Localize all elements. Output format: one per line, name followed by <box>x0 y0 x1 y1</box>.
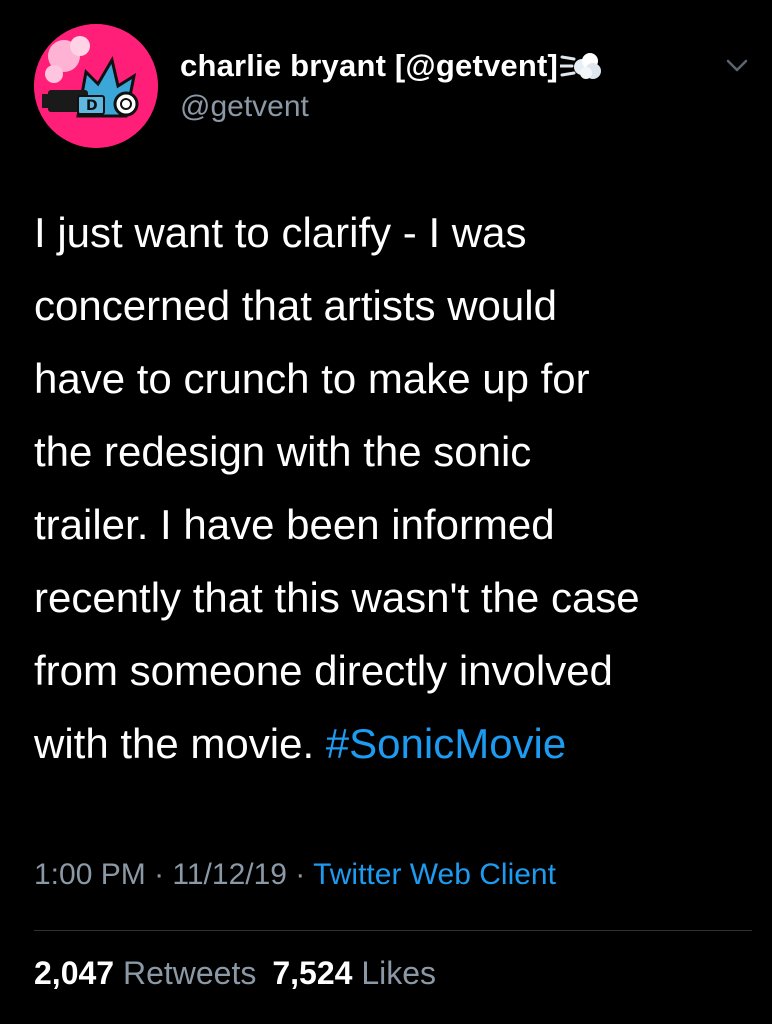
chevron-down-icon[interactable] <box>722 50 752 80</box>
tweet-text-last-line: with the movie. #SonicMovie <box>34 707 754 780</box>
divider <box>34 930 752 931</box>
likes-stat[interactable]: 7,524 Likes <box>272 955 436 991</box>
tweet-stats: 2,047 Retweets 7,524 Likes <box>34 955 436 992</box>
meta-separator: · <box>286 858 314 891</box>
tweet-text-line: concerned that artists would <box>34 282 557 329</box>
hashtag-link[interactable]: #SonicMovie <box>326 720 566 767</box>
tweet-text-line: I just want to clarify - I was <box>34 209 527 256</box>
author-handle[interactable]: @getvent <box>180 90 309 124</box>
tweet-text: I just want to clarify - I was concerned… <box>34 196 754 780</box>
svg-text:D: D <box>86 98 98 114</box>
tweet-text-line: trailer. I have been informed <box>34 501 555 548</box>
client-link[interactable]: Twitter Web Client <box>313 858 556 891</box>
tweet-header: D charlie bryant [@getvent] @getvent <box>34 24 754 148</box>
retweets-label: Retweets <box>122 955 257 991</box>
tweet-text-line: the redesign with the sonic <box>34 428 532 475</box>
retweets-stat[interactable]: 2,047 Retweets <box>34 955 256 991</box>
tweet-text-line: with the movie. <box>34 720 326 767</box>
cartoon-character-icon: D <box>34 24 158 148</box>
tweet-metadata: 1:00 PM · 11/12/19 · Twitter Web Client <box>34 858 556 892</box>
retweets-count: 2,047 <box>34 955 115 991</box>
tweet-time[interactable]: 1:00 PM <box>34 858 146 891</box>
author-display-name[interactable]: charlie bryant [@getvent] <box>180 48 558 84</box>
likes-count: 7,524 <box>272 955 353 991</box>
tweet-text-line: have to crunch to make up for <box>34 355 590 402</box>
dash-cloud-icon <box>558 49 602 83</box>
author-name-row[interactable]: charlie bryant [@getvent] <box>180 46 602 86</box>
tweet-text-line: from someone directly involved <box>34 647 613 694</box>
tweet-date[interactable]: 11/12/19 <box>172 858 287 891</box>
tweet-text-line: recently that this wasn't the case <box>34 574 640 621</box>
meta-separator: · <box>145 858 173 891</box>
likes-label: Likes <box>361 955 437 991</box>
avatar[interactable]: D <box>34 24 158 148</box>
tweet-detail: D charlie bryant [@getvent] @getvent I j… <box>0 0 772 1024</box>
